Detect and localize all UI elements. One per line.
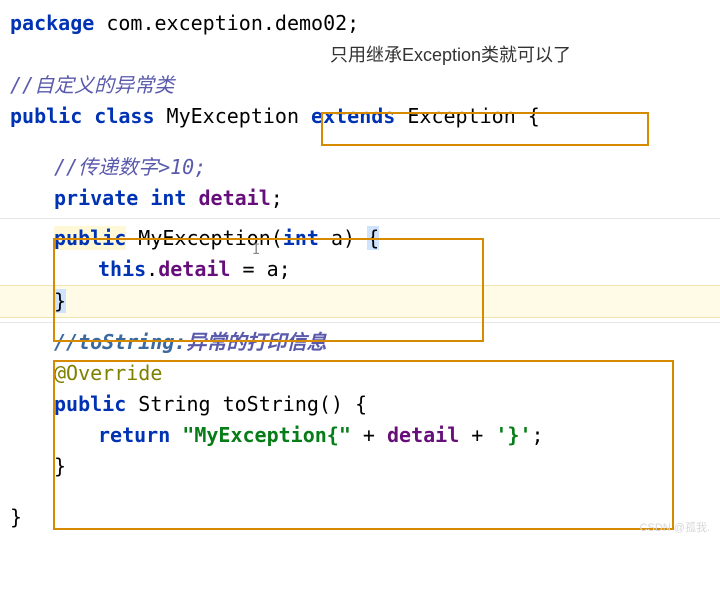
line-tostring-body: return "MyException{" + detail + '}'; <box>10 420 710 451</box>
assign-rest: = a; <box>230 257 290 281</box>
kw-private: private <box>54 186 138 210</box>
separator2 <box>0 322 720 323</box>
line-tostring-decl: public String toString() { <box>10 389 710 420</box>
kw-this: this <box>98 257 146 281</box>
semi: ; <box>271 186 283 210</box>
blank-line <box>10 132 710 152</box>
field-detail: detail <box>199 186 271 210</box>
dot: . <box>146 257 158 281</box>
kw-class: class <box>94 104 154 128</box>
kw-int: int <box>150 186 186 210</box>
line-close-class: } <box>10 502 710 533</box>
kw-int-param: int <box>283 226 319 250</box>
line-comment3: //toString:异常的打印信息 <box>10 327 710 358</box>
line-note: 只用继承Exception类就可以了 <box>10 39 710 70</box>
str-lit1: "MyException{" <box>182 423 351 447</box>
line-ctor-decl: public MyException(int a) { <box>10 223 710 254</box>
watermark: CSDN @孤我. <box>640 520 710 537</box>
line-comment1: //自定义的异常类 <box>10 70 710 101</box>
line-package: package com.exception.demo02; <box>10 8 710 39</box>
active-line: } <box>0 285 720 318</box>
comment-tostring-b: 异常的打印信息 <box>186 330 326 354</box>
separator <box>0 218 720 219</box>
line-close-ts: } <box>10 451 710 482</box>
comment-custom-class: //自定义的异常类 <box>10 73 174 97</box>
brace-close-class: } <box>10 505 22 529</box>
kw-public: public <box>10 104 82 128</box>
comment-gt10: //传递数字>10; <box>54 155 206 179</box>
line-classdecl: public class MyException extends Excepti… <box>10 101 710 132</box>
ts-sig: String toString() { <box>126 392 367 416</box>
kw-return: return <box>98 423 170 447</box>
str-lit2: '}' <box>495 423 531 447</box>
kw-extends: extends <box>299 104 395 128</box>
note-chinese: 只用继承Exception类就可以了 <box>330 45 571 65</box>
code-area: package com.exception.demo02; 只用继承Except… <box>10 8 710 533</box>
plus2: + <box>459 423 495 447</box>
kw-public-ts: public <box>54 392 126 416</box>
field-detail-assign: detail <box>158 257 230 281</box>
brace-close-ctor: } <box>54 289 66 313</box>
line-comment2: //传递数字>10; <box>10 152 710 183</box>
plus1: + <box>351 423 387 447</box>
brace-open: { <box>367 226 379 250</box>
blank-line2 <box>10 482 710 502</box>
text-cursor-icon: I <box>252 240 262 256</box>
class-name: MyException <box>155 104 300 128</box>
kw-public-ctor: public <box>54 226 126 250</box>
field-detail-ts: detail <box>387 423 459 447</box>
semi2: ; <box>532 423 544 447</box>
brace-close-ts: } <box>54 454 66 478</box>
anno-override: @Override <box>54 361 162 385</box>
line-annotation: @Override <box>10 358 710 389</box>
super-name: Exception { <box>395 104 540 128</box>
line-ctor-body: this.detail = a; <box>10 254 710 285</box>
ctor-rest: a) <box>319 226 367 250</box>
comment-tostring-a: //toString: <box>54 330 186 354</box>
kw-package: package <box>10 11 94 35</box>
line-field: private int detail; <box>10 183 710 214</box>
pkg-name: com.exception.demo02; <box>94 11 359 35</box>
